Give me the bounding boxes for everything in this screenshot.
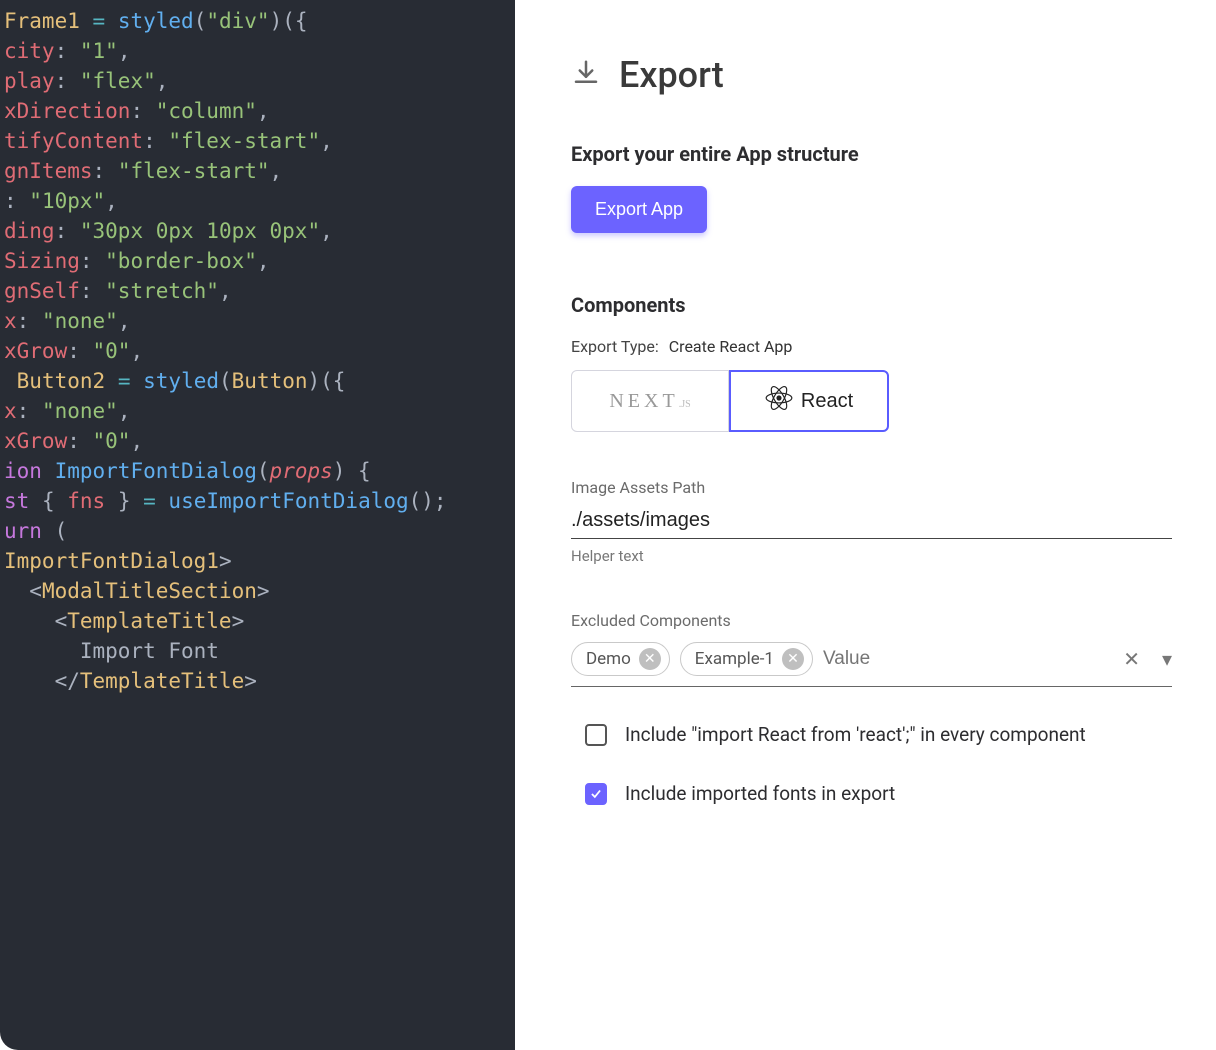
include-react-import-row: Include "import React from 'react';" in … <box>571 723 1172 746</box>
nextjs-logo: NEXT.JS <box>609 390 690 413</box>
panel-title: Export <box>619 54 724 96</box>
export-app-section: Export your entire App structure Export … <box>571 142 1172 233</box>
code-editor: Frame1 = styled("div")({city: "1",play: … <box>0 0 515 1050</box>
panel-header: Export <box>571 54 1172 96</box>
excluded-chips-row: Demo ✕ Example-1 ✕ ✕ ▾ <box>571 636 1172 687</box>
excluded-input[interactable] <box>823 648 1113 670</box>
framework-toggle: NEXT.JS React <box>571 370 889 432</box>
export-app-button[interactable]: Export App <box>571 186 707 233</box>
image-path-label: Image Assets Path <box>571 478 1172 497</box>
react-icon <box>765 384 793 418</box>
chip-example-1: Example-1 ✕ <box>680 642 813 676</box>
chip-remove-icon[interactable]: ✕ <box>782 648 804 670</box>
export-panel: Export Export your entire App structure … <box>515 0 1216 1050</box>
clear-icon[interactable]: ✕ <box>1123 647 1140 671</box>
export-app-title: Export your entire App structure <box>571 142 1172 166</box>
image-path-helper: Helper text <box>571 547 1172 565</box>
chips-actions: ✕ ▾ <box>1123 647 1172 671</box>
export-type-label: Export Type: <box>571 337 659 356</box>
image-path-field: Image Assets Path Helper text <box>571 478 1172 565</box>
image-path-input[interactable] <box>571 503 1172 539</box>
chip-remove-icon[interactable]: ✕ <box>639 648 661 670</box>
download-icon <box>571 58 601 92</box>
chevron-down-icon[interactable]: ▾ <box>1162 647 1172 671</box>
components-section: Components Export Type: Create React App… <box>571 293 1172 805</box>
include-fonts-row: Include imported fonts in export <box>571 782 1172 805</box>
include-react-import-checkbox[interactable] <box>585 724 607 746</box>
excluded-label: Excluded Components <box>571 611 1172 630</box>
components-title: Components <box>571 293 1172 317</box>
chip-demo: Demo ✕ <box>571 642 670 676</box>
include-fonts-checkbox[interactable] <box>585 783 607 805</box>
include-react-import-label: Include "import React from 'react';" in … <box>625 723 1086 746</box>
framework-option-next[interactable]: NEXT.JS <box>571 370 729 432</box>
export-type-row: Export Type: Create React App <box>571 337 1172 356</box>
framework-option-react[interactable]: React <box>729 370 889 432</box>
include-fonts-label: Include imported fonts in export <box>625 782 895 805</box>
excluded-components-field: Excluded Components Demo ✕ Example-1 ✕ ✕… <box>571 611 1172 687</box>
export-type-value: Create React App <box>669 337 793 356</box>
react-label: React <box>801 390 853 413</box>
